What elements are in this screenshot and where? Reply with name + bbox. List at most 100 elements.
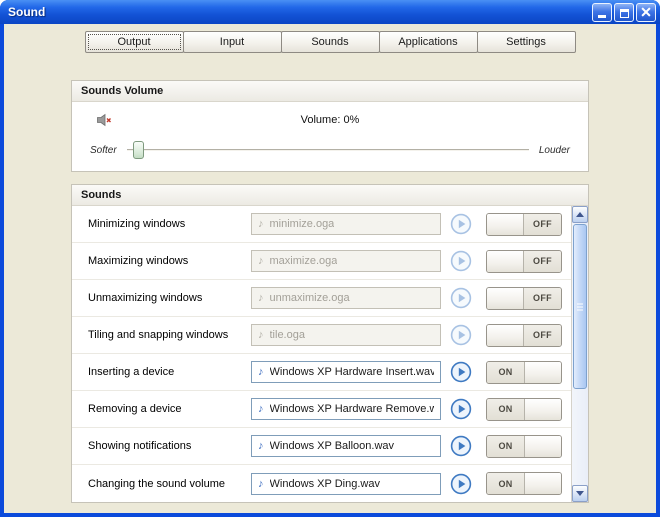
sound-event-label: Showing notifications: [88, 440, 192, 452]
toggle-state-label: ON: [487, 398, 524, 420]
volume-slider-thumb[interactable]: [132, 141, 144, 159]
minimize-button[interactable]: [592, 2, 612, 22]
play-sound-button[interactable]: [449, 360, 473, 384]
music-note-icon: ♪: [258, 329, 264, 341]
play-icon: [450, 361, 472, 383]
tab-output[interactable]: Output: [84, 31, 184, 53]
close-button[interactable]: [636, 2, 656, 22]
play-sound-button[interactable]: [449, 472, 473, 496]
toggle-state-label: ON: [487, 361, 524, 383]
scroll-up-button[interactable]: [572, 206, 588, 223]
toggle-handle: [487, 250, 524, 272]
volume-slider[interactable]: [126, 140, 529, 160]
play-sound-button[interactable]: [449, 286, 473, 310]
close-icon: [637, 4, 655, 21]
scrollbar-track[interactable]: [572, 223, 588, 485]
sound-toggle-switch[interactable]: OFF: [486, 323, 562, 347]
toggle-state-label: ON: [487, 435, 524, 457]
maximize-button[interactable]: [614, 2, 634, 22]
sound-row: Tiling and snapping windows ♪ tile.oga O…: [72, 317, 571, 354]
play-sound-button[interactable]: [449, 212, 473, 236]
window-content: Output Input Sounds Applications Settings So…: [4, 24, 656, 513]
sound-toggle-switch[interactable]: OFF: [486, 212, 562, 236]
sound-toggle-switch[interactable]: ON: [486, 397, 562, 421]
sound-file-name: maximize.oga: [269, 255, 338, 267]
sounds-volume-header: Sounds Volume: [72, 81, 588, 102]
sounds-list-body: Minimizing windows ♪ minimize.oga OFF Ma…: [72, 206, 588, 502]
sound-file-field[interactable]: ♪ unmaximize.oga: [251, 287, 441, 309]
play-icon: [450, 435, 472, 457]
sound-file-name: unmaximize.oga: [269, 292, 350, 304]
minimize-icon: [598, 14, 606, 18]
sound-file-field[interactable]: ♪ Windows XP Hardware Insert.wav: [251, 361, 441, 383]
scroll-down-button[interactable]: [572, 485, 588, 502]
sound-row: Minimizing windows ♪ minimize.oga OFF: [72, 206, 571, 243]
sound-row: Inserting a device ♪ Windows XP Hardware…: [72, 354, 571, 391]
arrow-down-icon: [576, 491, 584, 496]
sound-toggle-switch[interactable]: ON: [486, 434, 562, 458]
music-note-icon: ♪: [258, 440, 264, 452]
tab-settings[interactable]: Settings: [476, 31, 576, 53]
sound-file-name: Windows XP Hardware Remove.wav: [269, 403, 435, 415]
play-sound-button[interactable]: [449, 323, 473, 347]
play-icon: [450, 324, 472, 346]
sound-file-field[interactable]: ♪ maximize.oga: [251, 250, 441, 272]
titlebar[interactable]: Sound: [0, 0, 660, 24]
maximize-icon: [619, 8, 629, 18]
sound-event-label: Changing the sound volume: [88, 477, 225, 490]
volume-slider-track[interactable]: [126, 149, 529, 151]
scrollbar-thumb[interactable]: [573, 224, 587, 390]
sound-event-label: Unmaximizing windows: [88, 292, 203, 304]
sounds-section: Sounds Minimizing windows ♪ minimize.oga…: [71, 184, 589, 503]
tab-sounds[interactable]: Sounds: [280, 31, 380, 53]
tab-applications[interactable]: Applications: [378, 31, 478, 53]
play-icon: [450, 473, 472, 494]
toggle-handle: [524, 361, 561, 383]
toggle-handle: [487, 324, 524, 346]
sounds-volume-body: Volume: 0% Softer Louder: [72, 102, 588, 171]
vertical-scrollbar[interactable]: [571, 206, 588, 502]
window-controls: [592, 2, 656, 22]
play-sound-button[interactable]: [449, 249, 473, 273]
sound-file-field[interactable]: ♪ Windows XP Balloon.wav: [251, 435, 441, 457]
toggle-state-label: OFF: [524, 324, 561, 346]
volume-percentage-label: Volume: 0%: [300, 114, 360, 126]
tab-input[interactable]: Input: [182, 31, 282, 53]
sound-file-field[interactable]: ♪ Windows XP Hardware Remove.wav: [251, 398, 441, 420]
softer-label: Softer: [90, 144, 117, 156]
toggle-handle: [524, 398, 561, 420]
sound-toggle-switch[interactable]: ON: [486, 472, 562, 495]
tab-bar: Output Input Sounds Applications Settings: [4, 31, 656, 53]
toggle-state-label: OFF: [524, 213, 561, 235]
sound-row: Removing a device ♪ Windows XP Hardware …: [72, 391, 571, 428]
sounds-volume-section: Sounds Volume Volume: 0% Softer Louder: [71, 80, 589, 172]
sound-file-field[interactable]: ♪ Windows XP Ding.wav: [251, 472, 441, 495]
play-sound-button[interactable]: [449, 397, 473, 421]
toggle-handle: [487, 213, 524, 235]
sound-file-name: Windows XP Ding.wav: [269, 477, 380, 490]
sound-row: Changing the sound volume ♪ Windows XP D…: [72, 465, 571, 502]
sound-event-label: Tiling and snapping windows: [88, 329, 229, 341]
volume-slider-row: Softer Louder: [90, 140, 570, 160]
music-note-icon: ♪: [258, 366, 264, 378]
louder-label: Louder: [538, 144, 570, 156]
toggle-state-label: OFF: [524, 287, 561, 309]
sound-row: Unmaximizing windows ♪ unmaximize.oga OF…: [72, 280, 571, 317]
toggle-handle: [524, 435, 561, 457]
play-icon: [450, 398, 472, 420]
sound-toggle-switch[interactable]: OFF: [486, 249, 562, 273]
music-note-icon: ♪: [258, 403, 264, 415]
sound-toggle-switch[interactable]: ON: [486, 360, 562, 384]
sound-file-name: tile.oga: [269, 329, 305, 341]
play-sound-button[interactable]: [449, 434, 473, 458]
sound-file-field[interactable]: ♪ minimize.oga: [251, 213, 441, 235]
music-note-icon: ♪: [258, 255, 264, 267]
toggle-state-label: ON: [487, 473, 524, 494]
arrow-up-icon: [576, 212, 584, 217]
sound-file-field[interactable]: ♪ tile.oga: [251, 324, 441, 346]
music-note-icon: ♪: [258, 477, 264, 490]
window-title: Sound: [8, 5, 46, 19]
toggle-handle: [524, 473, 561, 494]
sound-toggle-switch[interactable]: OFF: [486, 286, 562, 310]
play-icon: [450, 213, 472, 235]
